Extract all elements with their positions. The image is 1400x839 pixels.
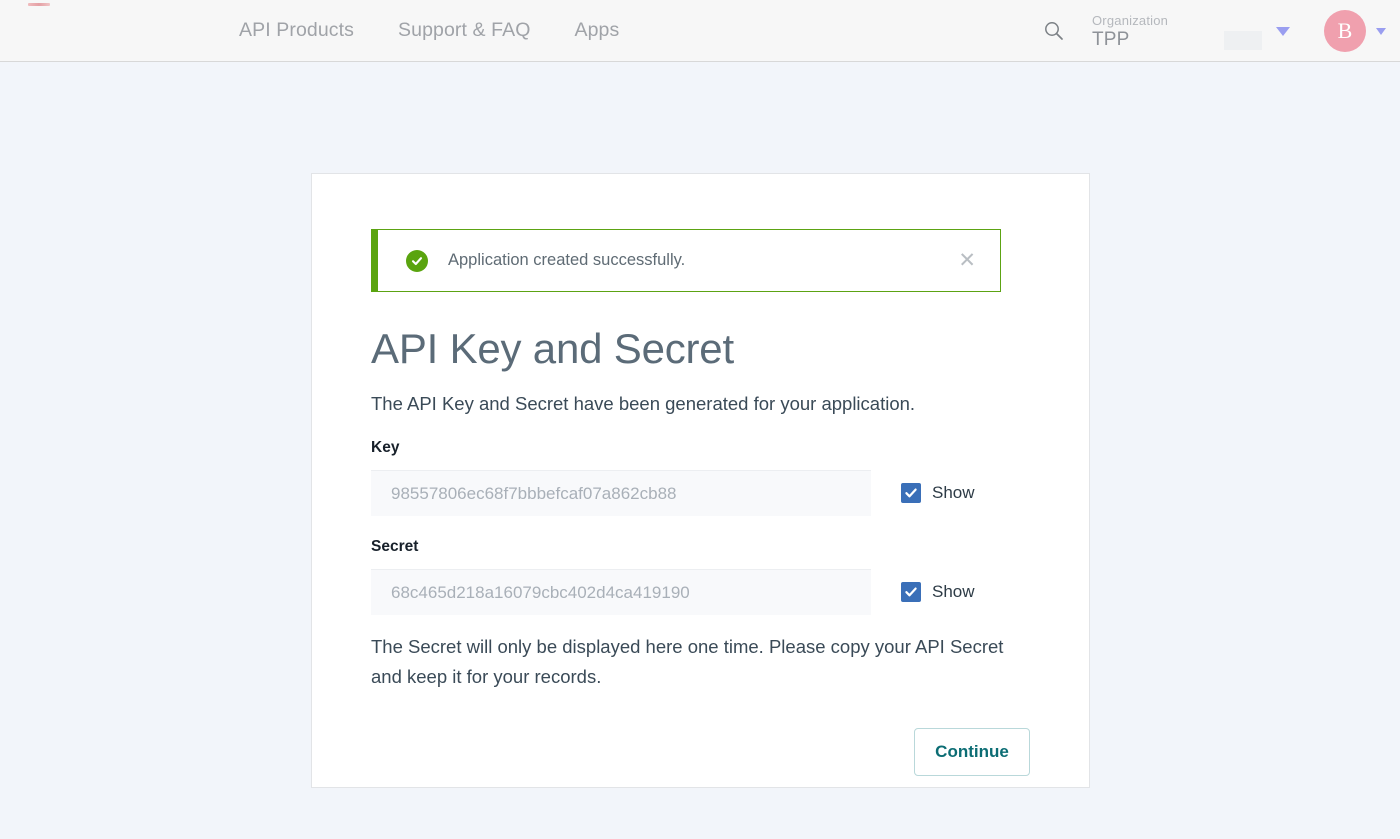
alert-message: Application created successfully. — [448, 251, 952, 270]
search-button[interactable] — [1032, 9, 1076, 53]
chevron-down-icon-organization[interactable] — [1276, 27, 1290, 36]
key-show-toggle[interactable]: Show — [901, 483, 975, 503]
nav-item-support-faq[interactable]: Support & FAQ — [398, 19, 530, 42]
brand-logo[interactable] — [28, 3, 50, 6]
nav-item-apps[interactable]: Apps — [574, 19, 619, 42]
content-card: Application created successfully. ✕ API … — [311, 173, 1090, 788]
avatar-initial: B — [1338, 18, 1353, 44]
main-navigation: API Products Support & FAQ Apps — [239, 19, 619, 42]
key-show-label: Show — [932, 483, 975, 503]
checkbox-checked-icon[interactable] — [901, 582, 921, 602]
continue-button[interactable]: Continue — [914, 728, 1030, 776]
secret-field-label: Secret — [371, 538, 1030, 556]
page-title: API Key and Secret — [371, 323, 1030, 375]
nav-item-api-products[interactable]: API Products — [239, 19, 354, 42]
card-actions: Continue — [312, 728, 1089, 776]
success-alert: Application created successfully. ✕ — [371, 229, 1001, 292]
search-icon — [1043, 20, 1065, 42]
secret-input[interactable] — [371, 569, 871, 615]
page-description: The API Key and Secret have been generat… — [371, 391, 1030, 417]
key-field-label: Key — [371, 439, 1030, 457]
secret-show-label: Show — [932, 582, 975, 602]
secret-field-row: Show — [371, 569, 1030, 615]
secret-show-toggle[interactable]: Show — [901, 582, 975, 602]
organization-value: TPP — [1092, 29, 1224, 51]
chevron-down-icon-account[interactable] — [1376, 28, 1386, 35]
key-input[interactable] — [371, 470, 871, 516]
organization-selector[interactable]: Organization TPP — [1092, 12, 1232, 51]
check-circle-icon — [406, 250, 428, 272]
close-icon[interactable]: ✕ — [952, 246, 982, 275]
key-field-row: Show — [371, 470, 1030, 516]
card-inner: Application created successfully. ✕ API … — [312, 174, 1089, 692]
organization-label: Organization — [1092, 12, 1224, 29]
main-content: API Key and Secret The API Key and Secre… — [371, 323, 1030, 692]
secret-warning-note: The Secret will only be displayed here o… — [371, 632, 1006, 692]
avatar[interactable]: B — [1324, 10, 1366, 52]
top-header: API Products Support & FAQ Apps Organiza… — [0, 0, 1400, 62]
checkbox-checked-icon[interactable] — [901, 483, 921, 503]
header-right-cluster: Organization TPP B — [1032, 0, 1400, 62]
